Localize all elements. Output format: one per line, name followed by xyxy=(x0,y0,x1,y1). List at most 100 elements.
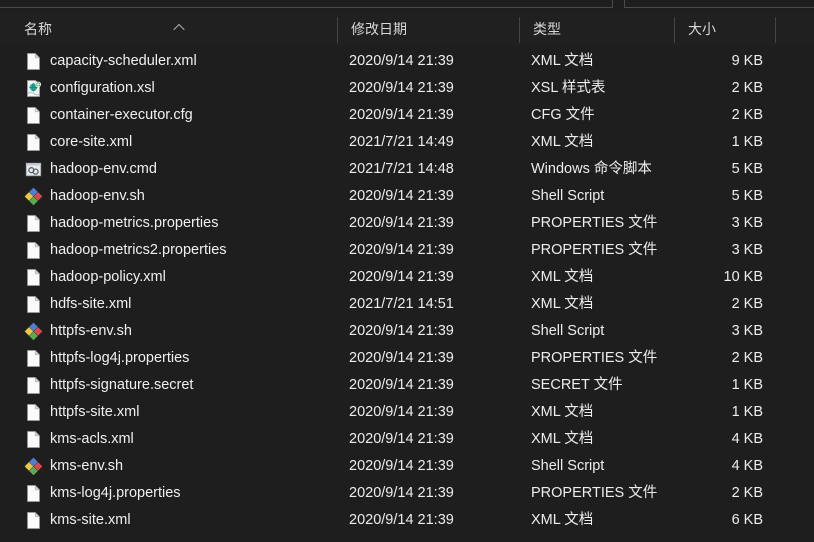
file-modified-date: 2020/9/14 21:39 xyxy=(349,53,454,69)
file-modified-date: 2021/7/21 14:49 xyxy=(349,134,454,150)
column-resize-handle-size[interactable] xyxy=(775,17,776,43)
table-row[interactable]: httpfs-signature.secret 2020/9/14 21:39 SE… xyxy=(0,372,814,399)
file-size: 3 KB xyxy=(731,242,763,258)
file-type: XML 文档 xyxy=(531,53,594,69)
file-size: 3 KB xyxy=(731,215,763,231)
file-modified-date: 2020/9/14 21:39 xyxy=(349,215,454,231)
file-type: PROPERTIES 文件 xyxy=(531,485,658,501)
file-size: 6 KB xyxy=(731,512,763,528)
table-row[interactable]: configuration.xsl 2020/9/14 21:39 XSL 样式表 2… xyxy=(0,75,814,102)
column-header-date[interactable]: 修改日期 xyxy=(337,12,519,46)
file-modified-date: 2020/9/14 21:39 xyxy=(349,350,454,366)
column-resize-handle-name[interactable] xyxy=(337,17,338,43)
table-row[interactable]: hadoop-env.cmd 2021/7/21 14:48 Windows 命令脚… xyxy=(0,156,814,183)
file-type: XML 文档 xyxy=(531,404,594,420)
file-type: Shell Script xyxy=(531,323,605,339)
file-type: XML 文档 xyxy=(531,269,594,285)
file-list[interactable]: capacity-scheduler.xml 2020/9/14 21:39 XML… xyxy=(0,48,814,542)
table-row[interactable]: hadoop-metrics2.properties 2020/9/14 21:3… xyxy=(0,237,814,264)
file-explorer-window: 名称 修改日期 类型 大小 capacity-scheduler.xml 2020… xyxy=(0,0,814,542)
file-modified-date: 2020/9/14 21:39 xyxy=(349,485,454,501)
file-type: XML 文档 xyxy=(531,296,594,312)
file-modified-date: 2020/9/14 21:39 xyxy=(349,512,454,528)
table-row[interactable]: httpfs-site.xml 2020/9/14 21:39 XML 文档 1 KB xyxy=(0,399,814,426)
file-size: 9 KB xyxy=(731,53,763,69)
column-resize-handle-date[interactable] xyxy=(519,17,520,43)
table-row[interactable]: hadoop-policy.xml 2020/9/14 21:39 XML 文档 10… xyxy=(0,264,814,291)
file-modified-date: 2020/9/14 21:39 xyxy=(349,404,454,420)
table-row[interactable]: kms-acls.xml 2020/9/14 21:39 XML 文档 4 KB xyxy=(0,426,814,453)
top-rule-right xyxy=(624,7,814,8)
column-resize-handle-type[interactable] xyxy=(674,17,675,43)
file-size: 2 KB xyxy=(731,296,763,312)
file-type: Shell Script xyxy=(531,458,605,474)
table-row[interactable]: core-site.xml 2021/7/21 14:49 XML 文档 1 KB xyxy=(0,129,814,156)
file-name: httpfs-env.sh xyxy=(50,323,132,339)
table-row[interactable]: container-executor.cfg 2020/9/14 21:39 CFG… xyxy=(0,102,814,129)
file-name: hadoop-metrics.properties xyxy=(50,215,219,231)
file-type: SECRET 文件 xyxy=(531,377,623,393)
file-modified-date: 2020/9/14 21:39 xyxy=(349,188,454,204)
file-type: PROPERTIES 文件 xyxy=(531,350,658,366)
file-type: XML 文档 xyxy=(531,431,594,447)
file-type: XML 文档 xyxy=(531,512,594,528)
table-row[interactable]: kms-log4j.properties 2020/9/14 21:39 PROPE… xyxy=(0,480,814,507)
file-modified-date: 2020/9/14 21:39 xyxy=(349,431,454,447)
file-name: hadoop-env.sh xyxy=(50,188,145,204)
file-name: kms-acls.xml xyxy=(50,431,134,447)
file-name: hadoop-env.cmd xyxy=(50,161,157,177)
table-row[interactable]: kms-env.sh 2020/9/14 21:39 Shell Script 4 K… xyxy=(0,453,814,480)
file-name: httpfs-log4j.properties xyxy=(50,350,190,366)
table-row[interactable]: hadoop-env.sh 2020/9/14 21:39 Shell Script… xyxy=(0,183,814,210)
file-name: capacity-scheduler.xml xyxy=(50,53,197,69)
file-size: 2 KB xyxy=(731,350,763,366)
column-header-size[interactable]: 大小 xyxy=(674,12,775,46)
file-name: container-executor.cfg xyxy=(50,107,193,123)
file-name: hadoop-metrics2.properties xyxy=(50,242,227,258)
top-rule-left xyxy=(0,7,612,8)
column-header-type[interactable]: 类型 xyxy=(519,12,674,46)
file-size: 4 KB xyxy=(731,431,763,447)
file-modified-date: 2020/9/14 21:39 xyxy=(349,458,454,474)
file-type: XSL 样式表 xyxy=(531,80,606,96)
file-name: httpfs-site.xml xyxy=(50,404,140,420)
file-modified-date: 2020/9/14 21:39 xyxy=(349,323,454,339)
file-size: 5 KB xyxy=(731,161,763,177)
file-modified-date: 2020/9/14 21:39 xyxy=(349,242,454,258)
column-header-row: 名称 修改日期 类型 大小 xyxy=(0,12,814,46)
table-row[interactable]: kms-site.xml 2020/9/14 21:39 XML 文档 6 KB xyxy=(0,507,814,534)
file-name: httpfs-signature.secret xyxy=(50,377,194,393)
file-type: PROPERTIES 文件 xyxy=(531,215,658,231)
file-modified-date: 2021/7/21 14:51 xyxy=(349,296,454,312)
file-type: PROPERTIES 文件 xyxy=(531,242,658,258)
file-size: 1 KB xyxy=(731,134,763,150)
file-size: 1 KB xyxy=(731,404,763,420)
table-row[interactable]: hdfs-site.xml 2021/7/21 14:51 XML 文档 2 KB xyxy=(0,291,814,318)
file-name: hadoop-policy.xml xyxy=(50,269,166,285)
file-size: 5 KB xyxy=(731,188,763,204)
file-name: configuration.xsl xyxy=(50,80,155,96)
file-size: 10 KB xyxy=(723,269,764,285)
table-row[interactable]: httpfs-env.sh 2020/9/14 21:39 Shell Script… xyxy=(0,318,814,345)
table-row[interactable]: hadoop-metrics.properties 2020/9/14 21:39… xyxy=(0,210,814,237)
file-type: CFG 文件 xyxy=(531,107,595,123)
file-modified-date: 2020/9/14 21:39 xyxy=(349,269,454,285)
table-row[interactable]: httpfs-log4j.properties 2020/9/14 21:39 PR… xyxy=(0,345,814,372)
file-name: hdfs-site.xml xyxy=(50,296,132,312)
file-name: kms-env.sh xyxy=(50,458,124,474)
file-size: 2 KB xyxy=(731,485,763,501)
file-name: kms-log4j.properties xyxy=(50,485,181,501)
file-size: 4 KB xyxy=(731,458,763,474)
file-modified-date: 2020/9/14 21:39 xyxy=(349,107,454,123)
file-size: 1 KB xyxy=(731,377,763,393)
file-name: core-site.xml xyxy=(50,134,133,150)
column-header-name[interactable]: 名称 xyxy=(0,12,337,46)
file-modified-date: 2020/9/14 21:39 xyxy=(349,80,454,96)
file-modified-date: 2021/7/21 14:48 xyxy=(349,161,454,177)
file-name: kms-site.xml xyxy=(50,512,131,528)
file-modified-date: 2020/9/14 21:39 xyxy=(349,377,454,393)
tab-notch-left xyxy=(612,0,613,8)
file-size: 3 KB xyxy=(731,323,763,339)
table-row[interactable]: capacity-scheduler.xml 2020/9/14 21:39 XML… xyxy=(0,48,814,75)
tab-notch-right xyxy=(624,0,625,8)
